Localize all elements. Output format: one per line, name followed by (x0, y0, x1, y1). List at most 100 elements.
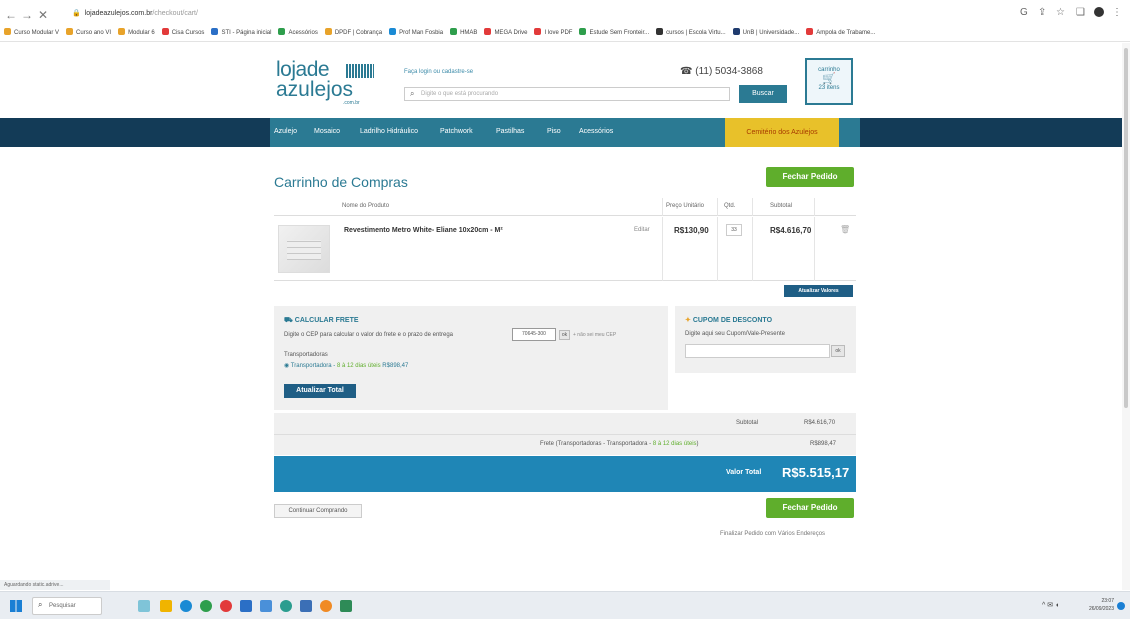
bookmark-favicon-icon (656, 28, 664, 35)
cart-widget[interactable]: carrinho 🛒 23 itens (805, 58, 853, 105)
coupon-panel: ✦ CUPOM DE DESCONTO Digite aqui seu Cupo… (675, 306, 856, 373)
bookmark-item[interactable]: Acessórios (278, 26, 318, 40)
bookmark-favicon-icon (450, 28, 458, 35)
clock[interactable]: 23:07 26/09/2023 (1080, 597, 1114, 613)
bookmark-label: Acessórios (288, 30, 318, 36)
widgets-icon[interactable] (138, 600, 150, 612)
star-icon[interactable]: ☆ (1056, 7, 1065, 18)
coupon-ok-button[interactable]: ok (831, 345, 845, 357)
cep-ok-button[interactable]: ok (559, 330, 570, 340)
freight-label-close: ) (696, 441, 699, 447)
bookmark-item[interactable]: Estude Sem Fronteir... (579, 26, 649, 40)
bookmark-item[interactable]: Curso ano VI (66, 26, 111, 40)
bookmark-item[interactable]: STI - Página inicial (211, 26, 271, 40)
system-tray-icons[interactable]: ^ ✉ ◖ (1042, 601, 1059, 609)
menu-dots-icon[interactable]: ⋮ (1112, 7, 1122, 18)
bookmark-item[interactable]: Curso Modular V (4, 26, 59, 40)
sidebar-icon[interactable]: ❑ (1076, 7, 1085, 18)
menu-item-piso[interactable]: Piso (547, 128, 561, 135)
search-input[interactable]: Digite o que está procurando (404, 87, 730, 101)
freight-label: Frete (Transportadoras - Transportadora … (540, 441, 699, 447)
menu-item-mosaico[interactable]: Mosaico (314, 128, 340, 135)
web-page: lojade azulejos .com.br Faça login ou ca… (0, 43, 1130, 590)
bookmark-item[interactable]: cursos | Escola Virtu... (656, 26, 726, 40)
coupon-input[interactable] (685, 344, 830, 358)
edge-icon[interactable] (180, 600, 192, 612)
shipping-panel: ⛟ CALCULAR FRETE Digite o CEP para calcu… (274, 306, 668, 410)
bookmark-label: Cisa Cursos (171, 30, 205, 36)
shipping-instructions: Digite o CEP para calcular o valor do fr… (284, 332, 453, 338)
word-icon[interactable] (240, 600, 252, 612)
update-values-button[interactable]: Atualizar Valores (784, 285, 853, 297)
bookmark-item[interactable]: Modular 6 (118, 26, 155, 40)
carrier-option[interactable]: ◉ Transportadora - 8 à 12 dias úteis R$8… (284, 362, 408, 369)
menu-item-azulejo[interactable]: Azulejo (274, 128, 297, 135)
menu-item-ladrilho[interactable]: Ladrilho Hidráulico (360, 128, 418, 135)
coupon-title-text: CUPOM DE DESCONTO (692, 317, 773, 324)
bookmark-item[interactable]: Prof Man Fosbia (389, 26, 443, 40)
unit-price: R$130,90 (674, 226, 709, 235)
taskbar-search-input[interactable]: Pesquisar (32, 597, 102, 615)
address-bar[interactable]: 🔒 lojadeazulejos.com.br/checkout/cart/ (72, 6, 832, 22)
logo-tiles-icon (346, 64, 374, 78)
notification-icon[interactable] (1117, 602, 1125, 610)
teal-app-icon[interactable] (280, 600, 292, 612)
app-red-icon[interactable] (220, 600, 232, 612)
network-app-icon[interactable] (260, 600, 272, 612)
bookmark-item[interactable]: DPDF | Cobrança (324, 26, 382, 40)
bookmark-label: Ampola de Trabame... (816, 30, 876, 36)
chrome-icon[interactable] (200, 600, 212, 612)
menu-item-cemiterio[interactable]: Cemitério dos Azulejos (725, 118, 839, 147)
freight-days: 8 à 12 dias úteis (652, 441, 697, 447)
scrollbar-thumb[interactable] (1124, 48, 1128, 408)
update-total-button[interactable]: Atualizar Total (284, 384, 356, 398)
total-label: Valor Total (726, 469, 762, 476)
menu-item-acessorios[interactable]: Acessórios (579, 128, 613, 135)
edit-link[interactable]: Editar (634, 227, 650, 233)
login-link[interactable]: Faça login ou cadastre-se (404, 69, 473, 75)
address-host: lojadeazulejos.com.br (84, 10, 153, 17)
qty-input[interactable]: 33 (726, 224, 742, 236)
excel-icon[interactable] (340, 600, 352, 612)
orange-app-icon[interactable] (320, 600, 332, 612)
coupon-title: ✦ CUPOM DE DESCONTO (685, 316, 772, 324)
cart-icon: 🛒 (822, 73, 836, 85)
product-name[interactable]: Revestimento Metro White- Eliane 10x20cm… (344, 227, 503, 234)
logo-line2[interactable]: azulejos (276, 78, 353, 102)
checkout-button-top[interactable]: Fechar Pedido (766, 167, 854, 187)
share-icon[interactable]: ⇪ (1038, 7, 1046, 18)
multi-address-link[interactable]: Finalizar Pedido com Vários Endereços (720, 531, 825, 537)
truck-icon: ⛟ (284, 317, 295, 324)
windows-start-icon[interactable] (10, 600, 22, 612)
forward-icon[interactable]: → (20, 8, 34, 22)
product-thumbnail[interactable] (278, 225, 330, 273)
address-path: /checkout/cart/ (152, 10, 198, 17)
google-icon[interactable]: G (1020, 7, 1028, 18)
menu-item-patchwork[interactable]: Patchwork (440, 128, 473, 135)
continue-shopping-button[interactable]: Continuar Comprando (274, 504, 362, 518)
bookmark-item[interactable]: MEGA Drive (484, 26, 527, 40)
menu-item-pastilhas[interactable]: Pastilhas (496, 128, 524, 135)
search-button[interactable]: Buscar (739, 85, 787, 103)
radio-selected-icon[interactable]: ◉ (284, 363, 291, 369)
bookmark-item[interactable]: UnB | Universidade... (732, 26, 799, 40)
bookmark-label: Estude Sem Fronteir... (589, 30, 650, 36)
col-qty: Qtd. (724, 203, 736, 209)
bookmark-item[interactable]: Ampola de Trabame... (806, 26, 875, 40)
close-tab-load-icon[interactable]: ✕ (36, 8, 50, 22)
checkout-button-bottom[interactable]: Fechar Pedido (766, 498, 854, 518)
bookmark-item[interactable]: Cisa Cursos (161, 26, 205, 40)
cep-unknown-link[interactable]: + não sei meu CEP (573, 332, 616, 338)
profile-avatar[interactable] (1094, 7, 1104, 17)
col-unit-price: Preço Unitário (666, 203, 705, 209)
bookmark-item[interactable]: I love PDF (534, 26, 572, 40)
delete-icon[interactable]: 🗑 (840, 225, 850, 234)
back-icon[interactable]: ← (4, 8, 18, 22)
file-explorer-icon[interactable] (160, 600, 172, 612)
cep-input[interactable]: 70645-300 (512, 328, 556, 341)
coupon-icon: ✦ (685, 317, 693, 324)
bookmark-item[interactable]: HMAB (450, 26, 477, 40)
blue-app-icon[interactable] (300, 600, 312, 612)
bookmark-favicon-icon (324, 28, 332, 35)
bookmark-label: Curso ano VI (76, 30, 112, 36)
